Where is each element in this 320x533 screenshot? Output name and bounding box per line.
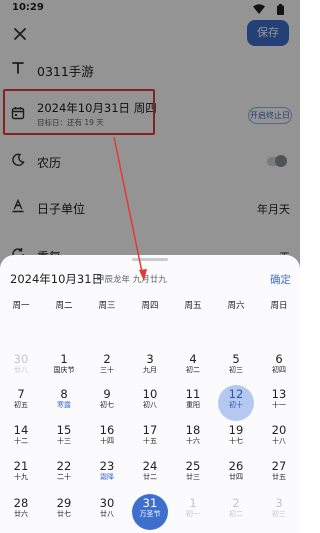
annotation-arrow	[113, 136, 147, 281]
